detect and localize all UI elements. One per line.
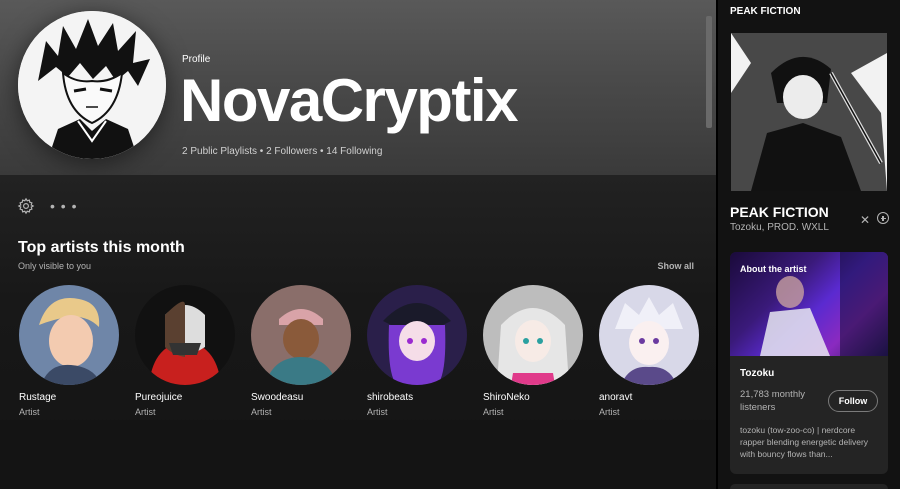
artist-name[interactable]: anoravt xyxy=(599,392,701,403)
section-subtitle: Only visible to you xyxy=(18,261,92,271)
artist-bio: tozoku (tow-zoo-co) | nerdcore rapper bl… xyxy=(740,425,869,459)
next-section-strip xyxy=(0,420,716,489)
artist-name[interactable]: Pureojuice xyxy=(135,392,237,403)
artist-card[interactable]: Swoodeasu Artist xyxy=(251,285,353,417)
artist-role: Artist xyxy=(251,407,272,417)
more-options-button[interactable]: • • • xyxy=(50,197,77,215)
artist-name[interactable]: shirobeats xyxy=(367,392,469,403)
artist-card[interactable]: shirobeats Artist xyxy=(367,285,469,417)
artist-image xyxy=(599,285,699,385)
track-artists[interactable]: Tozoku, PROD. WXLL xyxy=(730,222,829,233)
profile-name: NovaCryptix xyxy=(180,67,518,134)
profile-header: Profile NovaCryptix 2 Public Playlists •… xyxy=(0,0,716,175)
settings-gear-icon[interactable] xyxy=(17,197,35,215)
now-playing-panel: PEAK FICTION PEAK FICTION Tozoku, PROD. … xyxy=(718,0,900,489)
artist-image xyxy=(251,285,351,385)
main-scrollbar[interactable] xyxy=(706,16,712,128)
avatar-manga-art xyxy=(18,11,166,159)
section-title[interactable]: Top artists this month xyxy=(18,239,185,257)
artist-role: Artist xyxy=(483,407,504,417)
artist-card[interactable]: ShiroNeko Artist xyxy=(483,285,585,417)
close-icon[interactable]: ✕ xyxy=(860,213,870,227)
track-title[interactable]: PEAK FICTION xyxy=(730,204,829,220)
track-cover-art[interactable] xyxy=(731,33,887,191)
about-artist-card[interactable]: About the artist Tozoku 21,783 monthly l… xyxy=(730,252,888,474)
artist-role: Artist xyxy=(19,407,40,417)
artist-name[interactable]: ShiroNeko xyxy=(483,392,585,403)
artist-image xyxy=(483,285,583,385)
artist-card[interactable]: Rustage Artist xyxy=(19,285,121,417)
add-circle-icon[interactable] xyxy=(877,212,889,224)
about-artist-name[interactable]: Tozoku xyxy=(740,368,774,379)
panel-header[interactable]: PEAK FICTION xyxy=(730,6,801,17)
profile-avatar[interactable] xyxy=(18,11,166,159)
follow-button[interactable]: Follow xyxy=(828,390,878,412)
artist-image xyxy=(135,285,235,385)
artist-role: Artist xyxy=(367,407,388,417)
artist-role: Artist xyxy=(599,407,620,417)
show-all-link[interactable]: Show all xyxy=(657,261,694,271)
monthly-listeners: 21,783 monthly listeners xyxy=(740,389,805,413)
main-view: Profile NovaCryptix 2 Public Playlists •… xyxy=(0,0,716,489)
artist-card[interactable]: Pureojuice Artist xyxy=(135,285,237,417)
about-the-artist-label: About the artist xyxy=(740,264,807,274)
artist-name[interactable]: Swoodeasu xyxy=(251,392,353,403)
artist-image xyxy=(367,285,467,385)
artist-name[interactable]: Rustage xyxy=(19,392,121,403)
artist-role: Artist xyxy=(135,407,156,417)
profile-content: • • • Top artists this month Only visibl… xyxy=(0,175,716,489)
artist-image xyxy=(19,285,119,385)
next-card xyxy=(730,484,888,489)
profile-stats[interactable]: 2 Public Playlists • 2 Followers • 14 Fo… xyxy=(182,146,382,157)
artist-card[interactable]: anoravt Artist xyxy=(599,285,701,417)
